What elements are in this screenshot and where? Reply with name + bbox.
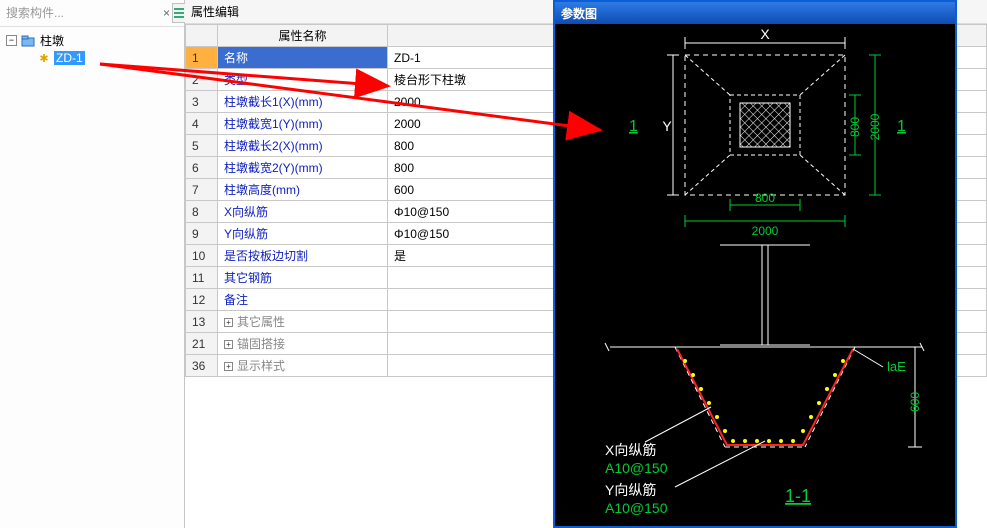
prop-name: 柱墩截宽1(Y)(mm) — [218, 113, 388, 135]
dim-height: 600 — [908, 392, 922, 412]
row-number: 1 — [186, 47, 218, 69]
tree-body: − 柱墩 ✱ ZD-1 — [0, 27, 184, 528]
tree-tool-button[interactable] — [172, 3, 186, 23]
dim-inner-w: 800 — [755, 191, 775, 205]
prop-name: 柱墩截长2(X)(mm) — [218, 135, 388, 157]
search-row: × — [0, 0, 184, 27]
row-number: 7 — [186, 179, 218, 201]
prop-name: X向纵筋 — [218, 201, 388, 223]
prop-name: Y向纵筋 — [218, 223, 388, 245]
prop-name: 其它钢筋 — [218, 267, 388, 289]
dim-y-label: Y — [662, 118, 672, 134]
row-number: 9 — [186, 223, 218, 245]
prop-name: 名称 — [218, 47, 388, 69]
prop-name: +其它属性 — [218, 311, 388, 333]
tree-panel: × − 柱墩 ✱ ZD-1 — [0, 0, 185, 528]
search-input[interactable] — [4, 5, 163, 21]
dim-outer-h: 2000 — [868, 113, 882, 140]
tree-label: 柱墩 — [38, 32, 66, 49]
row-number: 12 — [186, 289, 218, 311]
row-number: 21 — [186, 333, 218, 355]
diagram-window: 参数图 — [553, 0, 957, 528]
row-number: 11 — [186, 267, 218, 289]
section-mark-left: 1 — [629, 118, 638, 135]
collapse-icon[interactable]: − — [6, 35, 17, 46]
dim-outer-w: 2000 — [752, 224, 779, 238]
clear-search-icon[interactable]: × — [163, 6, 170, 20]
dim-x-label: X — [760, 26, 770, 42]
y-reinf-value: A10@150 — [605, 500, 668, 516]
diagram-title: 参数图 — [561, 5, 597, 22]
x-reinf-value: A10@150 — [605, 460, 668, 476]
folder-icon — [20, 34, 36, 48]
prop-name: +锚固搭接 — [218, 333, 388, 355]
dim-inner-h: 800 — [848, 117, 862, 137]
prop-name: +显示样式 — [218, 355, 388, 377]
prop-name: 类型 — [218, 69, 388, 91]
row-number: 13 — [186, 311, 218, 333]
expand-icon[interactable]: + — [224, 362, 233, 371]
gear-icon: ✱ — [36, 51, 52, 65]
tree-label-selected: ZD-1 — [54, 51, 85, 65]
col-header-num — [186, 25, 218, 47]
tree-node-root[interactable]: − 柱墩 — [2, 31, 182, 50]
y-reinf-label: Y向纵筋 — [605, 482, 656, 498]
prop-name: 柱墩截宽2(Y)(mm) — [218, 157, 388, 179]
section-label: 1-1 — [785, 486, 811, 506]
row-number: 2 — [186, 69, 218, 91]
expand-icon[interactable]: + — [224, 318, 233, 327]
x-reinf-label: X向纵筋 — [605, 442, 656, 458]
row-number: 3 — [186, 91, 218, 113]
prop-name: 柱墩高度(mm) — [218, 179, 388, 201]
col-header-name: 属性名称 — [218, 25, 388, 47]
row-number: 5 — [186, 135, 218, 157]
row-number: 8 — [186, 201, 218, 223]
section-mark-right: 1 — [897, 118, 906, 135]
prop-name: 备注 — [218, 289, 388, 311]
row-number: 6 — [186, 157, 218, 179]
tree-node-child[interactable]: ✱ ZD-1 — [2, 50, 182, 66]
diagram-titlebar[interactable]: 参数图 — [555, 2, 955, 24]
diagram-canvas: X Y 800 — [555, 24, 955, 526]
row-number: 10 — [186, 245, 218, 267]
prop-name: 柱墩截长1(X)(mm) — [218, 91, 388, 113]
anchor-label: laE — [887, 359, 906, 374]
expand-icon[interactable]: + — [224, 340, 233, 349]
row-number: 36 — [186, 355, 218, 377]
prop-name: 是否按板边切割 — [218, 245, 388, 267]
row-number: 4 — [186, 113, 218, 135]
